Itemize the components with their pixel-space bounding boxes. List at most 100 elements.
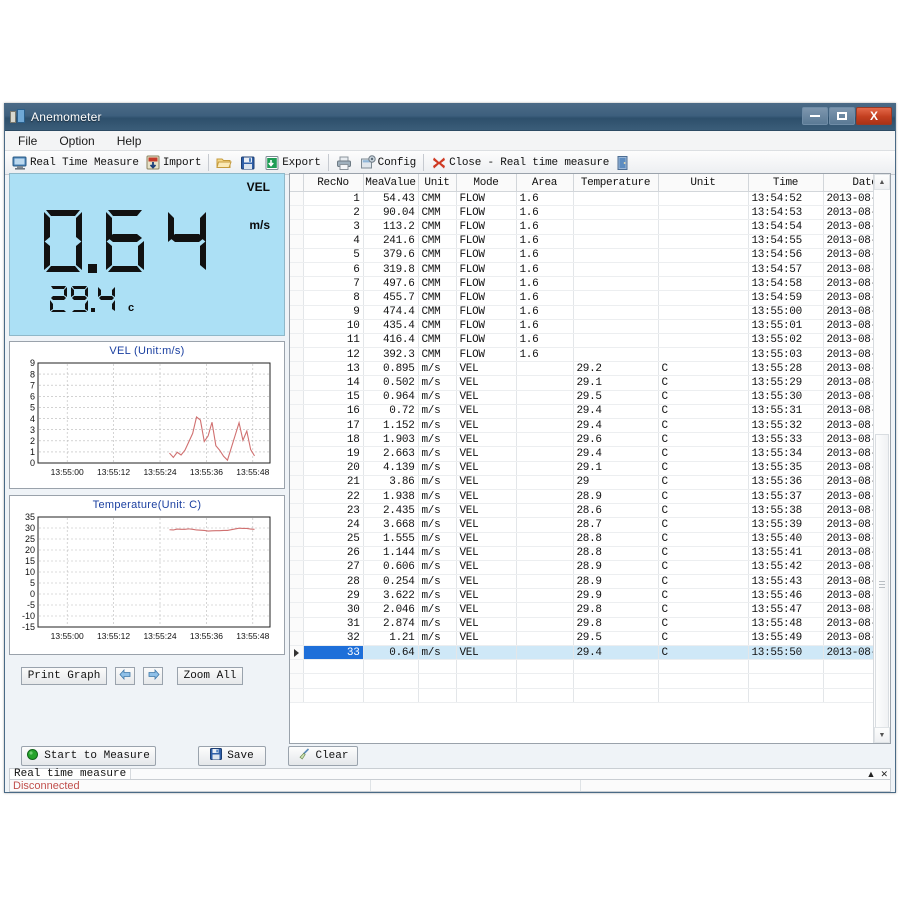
cell-unit[interactable]: m/s <box>418 503 457 519</box>
table-row[interactable]: 232.435m/sVEL 28.6C13:55:382013-08-13 <box>290 503 873 519</box>
cell-meavalue[interactable]: 319.8 <box>363 262 419 278</box>
table-row[interactable]: 130.895m/sVEL 29.2C13:55:282013-08-13 <box>290 361 873 377</box>
cell-mode[interactable]: VEL <box>456 489 517 505</box>
cell-area[interactable] <box>516 560 574 576</box>
cell-unit[interactable]: CMM <box>418 305 457 320</box>
row-gutter[interactable] <box>290 503 304 519</box>
cell-area[interactable] <box>516 446 574 462</box>
cell-mode[interactable]: VEL <box>456 560 517 576</box>
cell-recno[interactable]: 2 <box>303 205 364 221</box>
cell-unit2[interactable]: C <box>658 461 749 476</box>
cell-temperature[interactable]: 29.4 <box>573 446 659 462</box>
cell-time[interactable]: 13:55:29 <box>748 375 824 391</box>
cell-unit[interactable]: m/s <box>418 546 457 561</box>
cell-temperature[interactable]: 29.1 <box>573 461 659 476</box>
cell-recno[interactable]: 3 <box>303 219 364 235</box>
data-grid[interactable]: RecNo MeaValue Unit Mode Area Temperatur… <box>290 174 873 743</box>
scroll-right-button[interactable] <box>143 667 163 685</box>
cell-unit[interactable]: CMM <box>418 276 457 292</box>
cell-unit2[interactable]: C <box>658 446 749 462</box>
cell-unit2[interactable]: C <box>658 560 749 576</box>
cell-mode[interactable]: VEL <box>456 461 517 476</box>
cell-recno[interactable]: 23 <box>303 503 364 519</box>
cell-meavalue[interactable]: 2.435 <box>363 503 419 519</box>
cell-unit2[interactable] <box>658 290 749 306</box>
cell-meavalue[interactable]: 54.43 <box>363 191 419 207</box>
cell-recno[interactable]: 1 <box>303 191 364 207</box>
cell-meavalue[interactable]: 2.046 <box>363 602 419 618</box>
row-gutter[interactable] <box>290 489 304 505</box>
cell-area[interactable]: 1.6 <box>516 234 574 249</box>
row-gutter[interactable] <box>290 645 304 661</box>
cell-temperature[interactable]: 29.9 <box>573 588 659 604</box>
cell-unit2[interactable]: C <box>658 475 749 490</box>
row-gutter[interactable] <box>290 446 304 462</box>
cell-temperature[interactable]: 28.6 <box>573 503 659 519</box>
cell-meavalue[interactable]: 0.895 <box>363 361 419 377</box>
cell-area[interactable] <box>516 475 574 490</box>
cell-time[interactable]: 13:55:39 <box>748 517 824 533</box>
cell-mode[interactable]: FLOW <box>456 191 517 207</box>
cell-temperature[interactable]: 29.4 <box>573 418 659 434</box>
cell-area[interactable]: 1.6 <box>516 205 574 221</box>
cell-time[interactable]: 13:55:48 <box>748 617 824 632</box>
cell-date[interactable]: 2013-08-13 <box>823 475 873 490</box>
table-row[interactable]: 8455.7CMMFLOW1.6 13:54:592013-08-13 <box>290 290 873 306</box>
table-row[interactable]: 12392.3CMMFLOW1.6 13:55:032013-08-13 <box>290 347 873 363</box>
row-gutter[interactable] <box>290 333 304 349</box>
cell-unit[interactable]: m/s <box>418 461 457 476</box>
cell-time[interactable]: 13:55:43 <box>748 574 824 590</box>
cell-meavalue[interactable]: 90.04 <box>363 205 419 221</box>
cell-area[interactable] <box>516 602 574 618</box>
cell-mode[interactable]: FLOW <box>456 276 517 292</box>
cell-meavalue[interactable]: 0.502 <box>363 375 419 391</box>
cell-time[interactable]: 13:55:41 <box>748 546 824 561</box>
row-gutter[interactable] <box>290 574 304 590</box>
cell-recno[interactable]: 20 <box>303 461 364 476</box>
cell-temperature[interactable] <box>573 333 659 349</box>
row-gutter[interactable] <box>290 432 304 448</box>
cell-temperature[interactable] <box>573 290 659 306</box>
save-button[interactable]: Save <box>198 746 266 766</box>
cell-date[interactable]: 2013-08-13 <box>823 234 873 249</box>
cell-recno[interactable]: 25 <box>303 532 364 547</box>
cell-meavalue[interactable]: 2.663 <box>363 446 419 462</box>
cell-mode[interactable]: FLOW <box>456 305 517 320</box>
cell-mode[interactable]: FLOW <box>456 319 517 334</box>
cell-time[interactable]: 13:55:38 <box>748 503 824 519</box>
cell-recno[interactable]: 16 <box>303 404 364 420</box>
cell-time[interactable]: 13:55:30 <box>748 390 824 405</box>
table-row[interactable]: 192.663m/sVEL 29.4C13:55:342013-08-13 <box>290 446 873 462</box>
cell-recno[interactable]: 28 <box>303 574 364 590</box>
cell-unit[interactable]: m/s <box>418 631 457 647</box>
column-header-meavalue[interactable]: MeaValue <box>363 174 419 192</box>
minimize-button[interactable] <box>802 107 828 125</box>
row-gutter[interactable] <box>290 602 304 618</box>
cell-area[interactable] <box>516 546 574 561</box>
row-gutter[interactable] <box>290 532 304 547</box>
cell-temperature[interactable]: 28.7 <box>573 517 659 533</box>
cell-area[interactable] <box>516 375 574 391</box>
cell-meavalue[interactable]: 1.555 <box>363 532 419 547</box>
cell-recno[interactable]: 14 <box>303 375 364 391</box>
cell-time[interactable]: 13:55:49 <box>748 631 824 647</box>
cell-unit2[interactable] <box>658 219 749 235</box>
table-row[interactable]: 140.502m/sVEL 29.1C13:55:292013-08-13 <box>290 375 873 391</box>
cell-unit2[interactable]: C <box>658 645 749 661</box>
cell-time[interactable]: 13:55:28 <box>748 361 824 377</box>
cell-time[interactable]: 13:54:54 <box>748 219 824 235</box>
cell-area[interactable] <box>516 532 574 547</box>
cell-unit2[interactable]: C <box>658 503 749 519</box>
caret-up-icon[interactable]: ▲ <box>867 769 876 779</box>
row-gutter[interactable] <box>290 347 304 363</box>
cell-meavalue[interactable]: 0.64 <box>363 645 419 661</box>
table-row[interactable]: 290.04CMMFLOW1.6 13:54:532013-08-13 <box>290 205 873 221</box>
row-gutter[interactable] <box>290 290 304 306</box>
cell-date[interactable]: 2013-08-13 <box>823 461 873 476</box>
column-header-recno[interactable]: RecNo <box>303 174 364 192</box>
row-gutter[interactable] <box>290 205 304 221</box>
table-row[interactable]: 261.144m/sVEL 28.8C13:55:412013-08-13 <box>290 546 873 561</box>
table-row[interactable]: 10435.4CMMFLOW1.6 13:55:012013-08-13 <box>290 319 873 334</box>
cell-mode[interactable]: VEL <box>456 631 517 647</box>
cell-unit[interactable]: CMM <box>418 205 457 221</box>
